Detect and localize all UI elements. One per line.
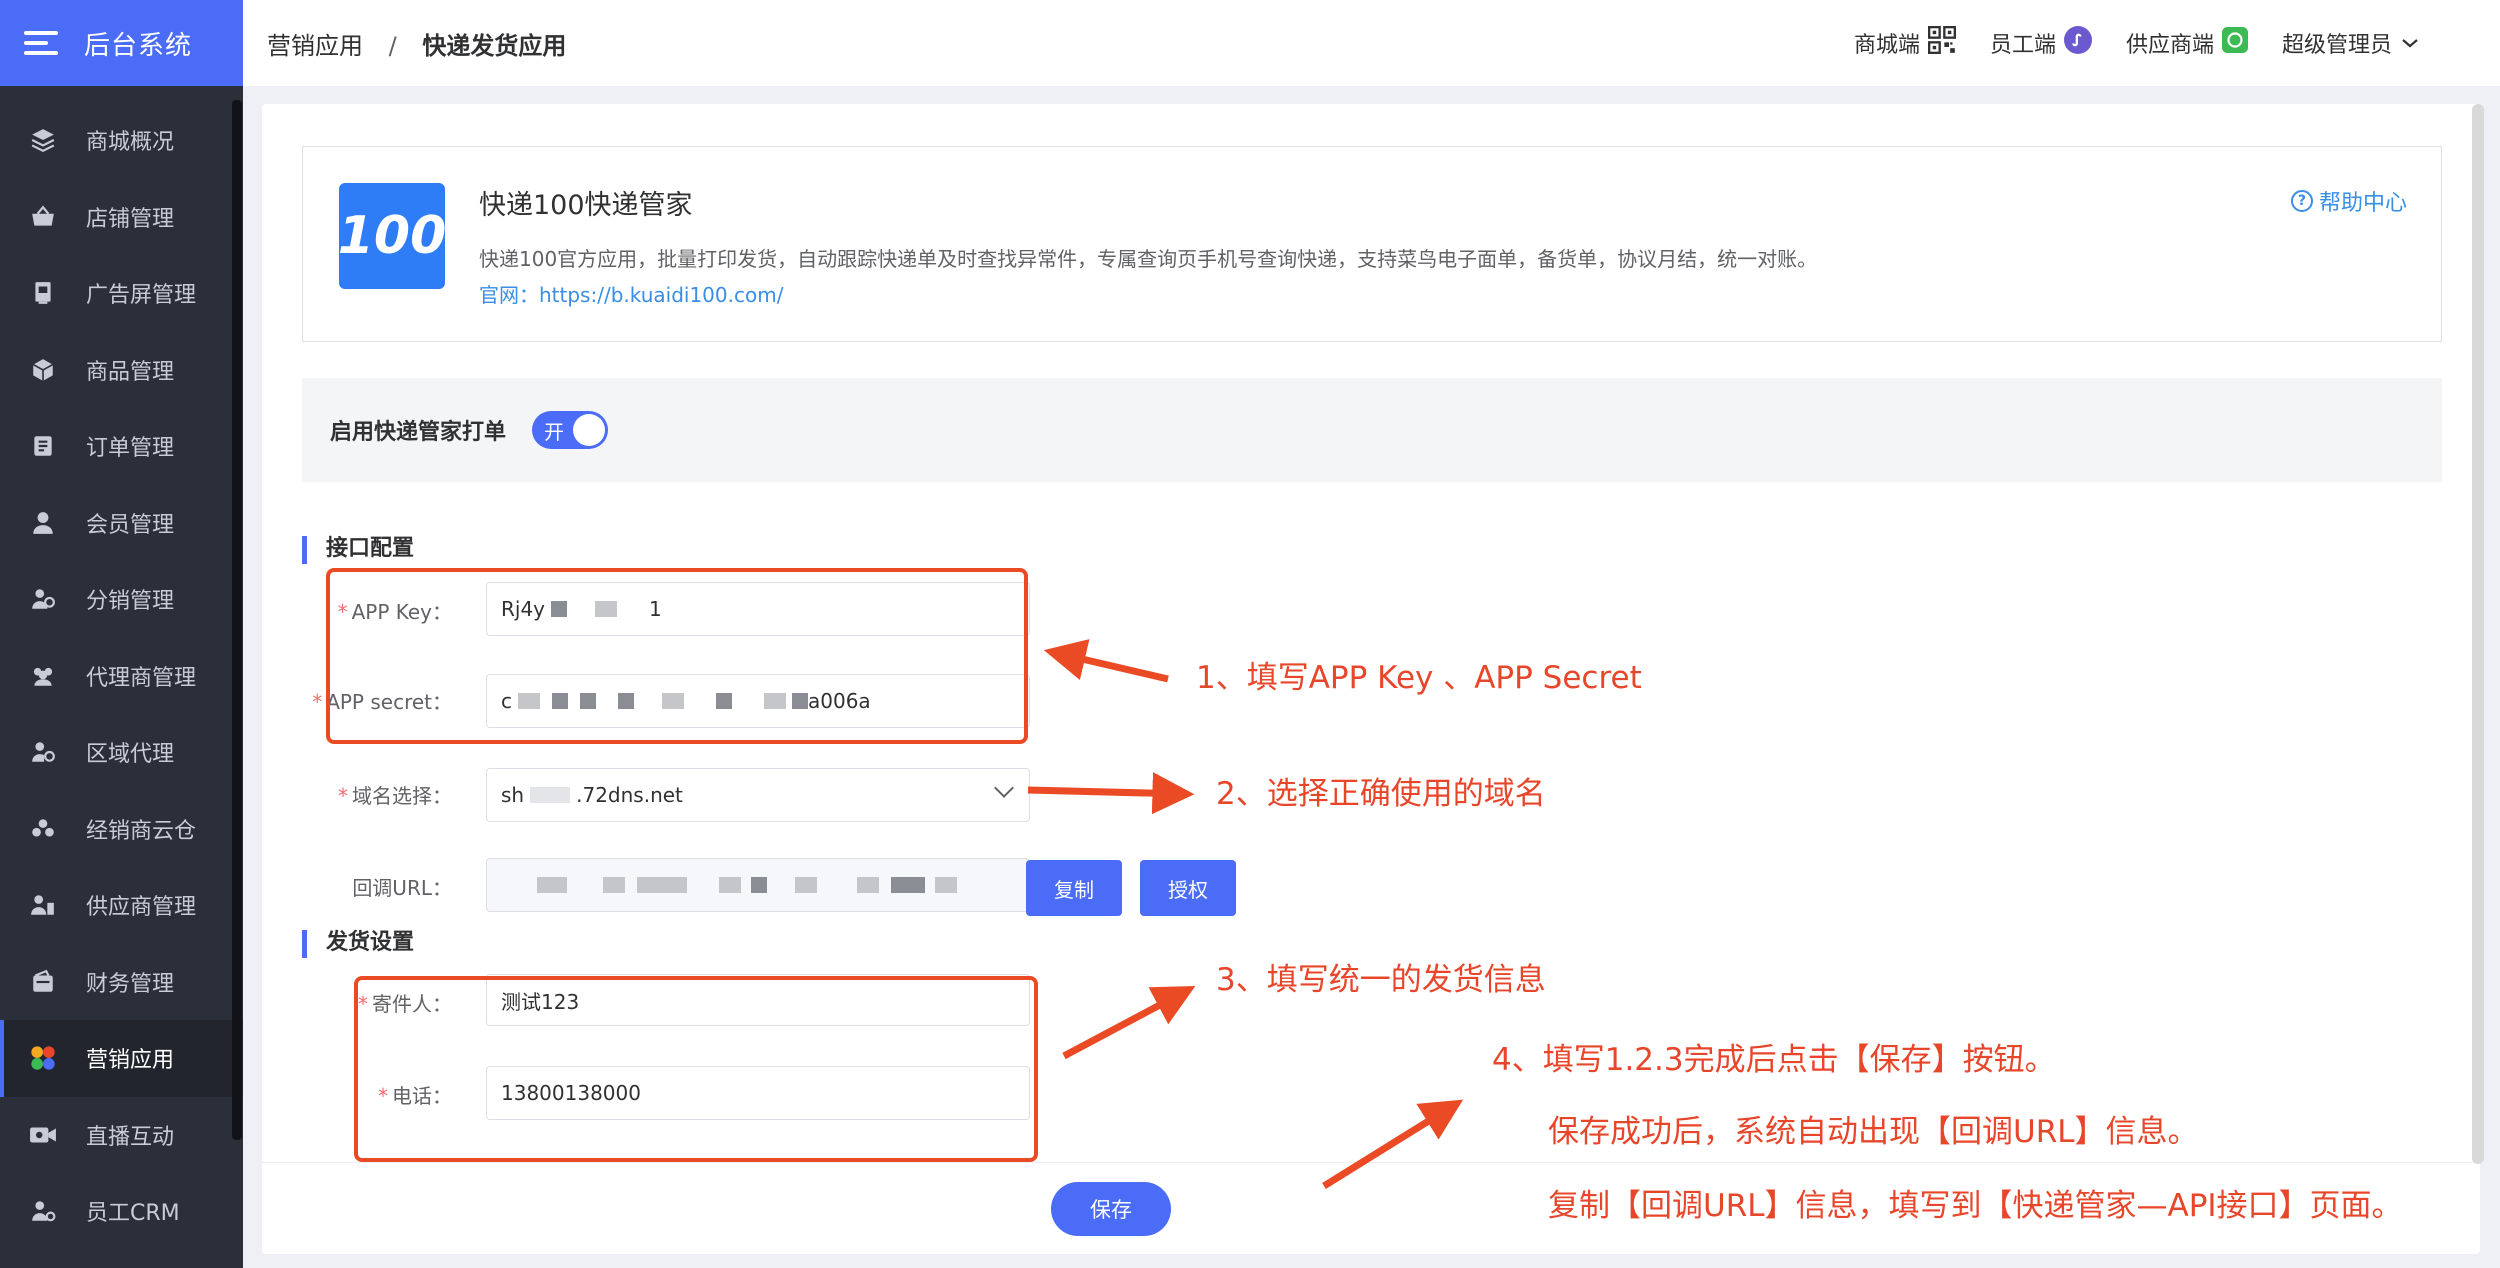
annotation-step4-line2: 保存成功后，系统自动出现【回调URL】信息。 — [1548, 1114, 2199, 1150]
annotation-step4: 4、填写1.2.3完成后点击【保存】按钮。 — [1492, 1042, 2056, 1078]
annotation-arrows — [1027, 639, 1464, 1189]
annotation-step4-line3: 复制【回调URL】信息，填写到【快递管家—API接口】页面。 — [1548, 1188, 2403, 1224]
annotation-step3: 3、填写统一的发货信息 — [1216, 962, 1546, 998]
annotation-step1: 1、填写APP Key 、APP Secret — [1196, 660, 1642, 696]
annotation-step2: 2、选择正确使用的域名 — [1216, 776, 1546, 812]
